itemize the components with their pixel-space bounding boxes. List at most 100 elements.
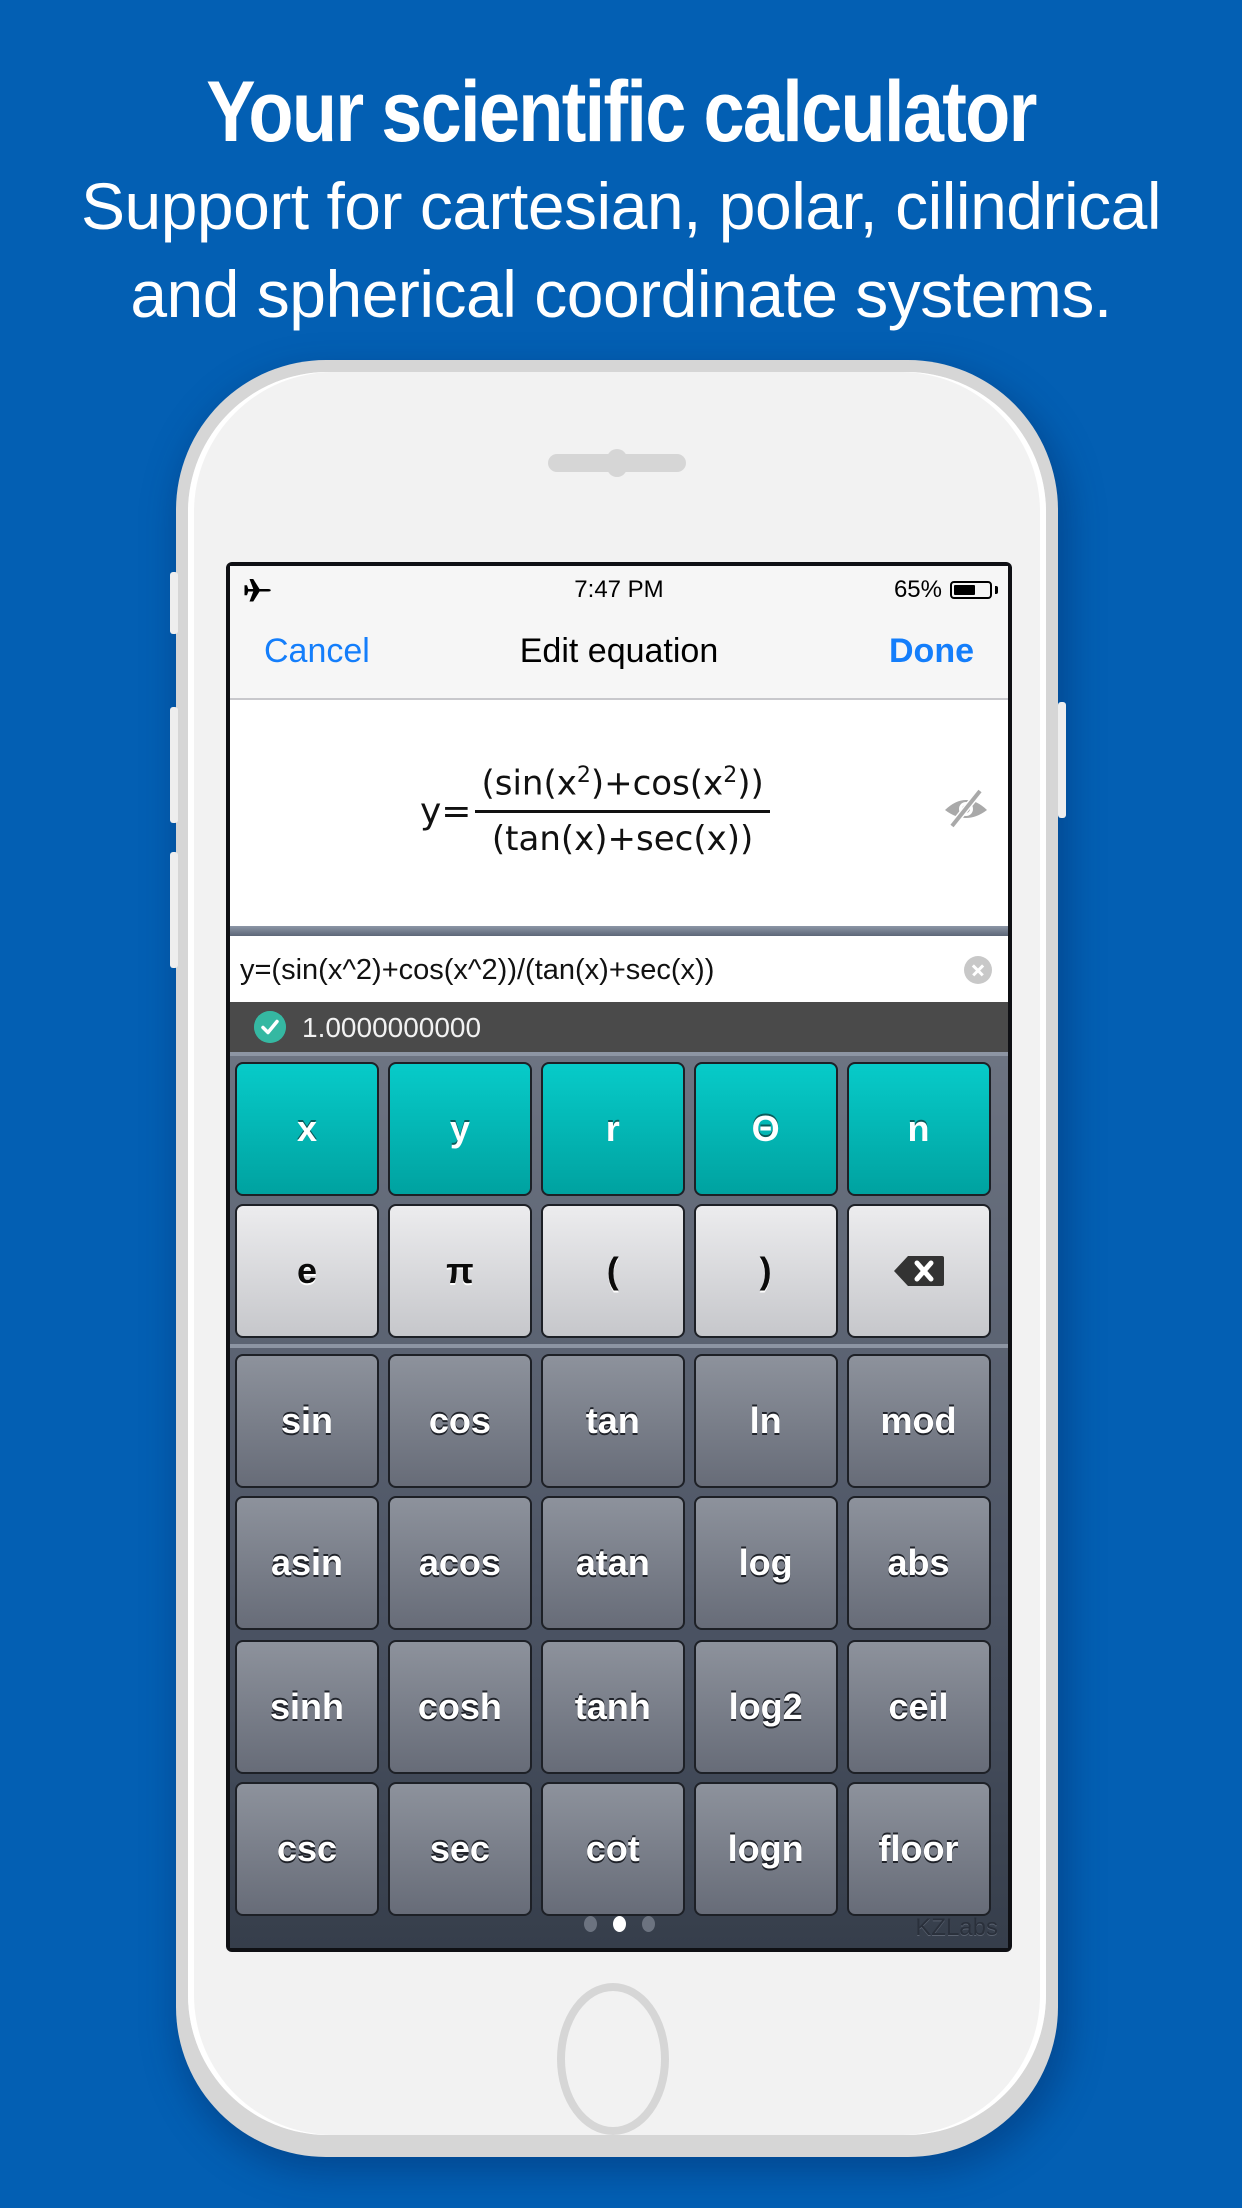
formula-fraction: (sin(x2)+cos(x2)) (tan(x)+sec(x)) [475, 763, 770, 859]
key-ceil[interactable]: ceil [846, 1640, 991, 1774]
key-y[interactable]: y [387, 1062, 532, 1196]
key-x[interactable]: x [235, 1062, 379, 1196]
battery-icon [950, 581, 992, 599]
cancel-button[interactable]: Cancel [264, 632, 370, 671]
key-cos[interactable]: cos [387, 1354, 532, 1488]
key-floor[interactable]: floor [846, 1782, 991, 1916]
key-cosh[interactable]: cosh [387, 1640, 532, 1774]
key-label: r [605, 1108, 620, 1149]
key-mod[interactable]: mod [846, 1354, 991, 1488]
result-bar: 1.0000000000 [230, 1002, 1008, 1052]
key-backspace[interactable] [846, 1204, 991, 1338]
key-label: ) [759, 1250, 772, 1291]
expression-row [230, 936, 1008, 1004]
formula-numerator: (sin(x2)+cos(x2)) [475, 763, 770, 813]
key-sec[interactable]: sec [387, 1782, 532, 1916]
backspace-icon [893, 1256, 944, 1286]
check-icon [254, 1011, 286, 1043]
numerator-part: (sin(x [481, 763, 577, 804]
equation-display: y= (sin(x2)+cos(x2)) (tan(x)+sec(x)) [230, 700, 1008, 926]
numerator-part: )+cos(x [590, 763, 724, 804]
key-Θ[interactable]: Θ [693, 1062, 838, 1196]
status-bar: 7:47 PM 65% [230, 566, 1008, 612]
key-label: csc [276, 1828, 338, 1869]
key-label: ln [749, 1400, 782, 1441]
key-label: ceil [888, 1686, 949, 1727]
page-dot[interactable] [583, 1916, 597, 1932]
brand-watermark: KZLabs [915, 1914, 998, 1941]
battery-percent: 65% [893, 576, 942, 603]
key-label: log2 [728, 1686, 803, 1727]
numerator-exponent: 2 [723, 763, 738, 789]
display-divider [230, 926, 1008, 936]
page-dot[interactable] [612, 1916, 626, 1932]
key-e[interactable]: e [235, 1204, 379, 1338]
key-label: tanh [574, 1686, 651, 1727]
key-label: mod [880, 1400, 957, 1441]
home-button[interactable] [557, 1983, 669, 2135]
key-ln[interactable]: ln [693, 1354, 838, 1488]
key-label: cot [585, 1828, 640, 1869]
rendered-formula: y= (sin(x2)+cos(x2)) (tan(x)+sec(x)) [420, 736, 770, 886]
key-label: sin [280, 1400, 333, 1441]
key-r[interactable]: r [540, 1062, 685, 1196]
earpiece-speaker [548, 449, 686, 477]
key-π[interactable]: π [387, 1204, 532, 1338]
expression-input[interactable] [238, 936, 942, 1004]
power-button [1058, 702, 1066, 818]
subheadline-line-1: Support for cartesian, polar, cilindrica… [80, 169, 1162, 243]
eye-slash-icon[interactable] [942, 788, 990, 828]
key-label: atan [575, 1542, 650, 1583]
navigation-bar: Cancel Edit equation Done [230, 612, 1008, 700]
numerator-part: )) [737, 763, 764, 804]
subheadline-line-2: and spherical coordinate systems. [130, 257, 1112, 331]
key-sinh[interactable]: sinh [235, 1640, 379, 1774]
formula-lhs: y= [420, 790, 472, 832]
mute-switch [170, 572, 178, 634]
key-label: asin [270, 1542, 344, 1583]
key-label: floor [878, 1828, 959, 1869]
key-label: e [296, 1250, 318, 1291]
key-label: cosh [417, 1686, 502, 1727]
key-)[interactable]: ) [693, 1204, 838, 1338]
key-([interactable]: ( [540, 1204, 685, 1338]
numerator-exponent: 2 [576, 763, 591, 789]
battery-tip [995, 586, 998, 594]
key-label: abs [887, 1542, 950, 1583]
formula-denominator: (tan(x)+sec(x)) [491, 818, 754, 859]
key-label: y [449, 1108, 470, 1149]
key-log2[interactable]: log2 [693, 1640, 838, 1774]
key-label: sinh [269, 1686, 344, 1727]
key-cot[interactable]: cot [540, 1782, 685, 1916]
phone-screen: 7:47 PM 65% Cancel Edit equation Done y=… [226, 562, 1012, 1952]
key-label: acos [418, 1542, 501, 1583]
key-log[interactable]: log [693, 1496, 838, 1630]
result-value: 1.0000000000 [302, 1012, 482, 1043]
key-label: ( [606, 1250, 619, 1291]
key-asin[interactable]: asin [235, 1496, 379, 1630]
volume-up-button [170, 707, 178, 823]
key-acos[interactable]: acos [387, 1496, 532, 1630]
key-label: n [907, 1108, 930, 1149]
key-n[interactable]: n [846, 1062, 991, 1196]
key-label: sec [429, 1828, 490, 1869]
key-label: π [446, 1250, 474, 1291]
headline: Your scientific calculator [206, 64, 1037, 160]
key-sin[interactable]: sin [235, 1354, 379, 1488]
key-label: tan [585, 1400, 640, 1441]
keypad-section-divider [230, 1344, 1008, 1348]
key-atan[interactable]: atan [540, 1496, 685, 1630]
status-time: 7:47 PM [574, 576, 664, 603]
key-logn[interactable]: logn [693, 1782, 838, 1916]
function-keypad: KZLabs x y r Θn e π () sin cos tan ln mod asin acos at… [230, 1052, 1008, 1948]
clear-icon[interactable] [964, 956, 992, 984]
page-dot[interactable] [641, 1916, 655, 1932]
key-label: x [296, 1108, 318, 1149]
key-abs[interactable]: abs [846, 1496, 991, 1630]
page-indicator [230, 1916, 1008, 1932]
key-tan[interactable]: tan [540, 1354, 685, 1488]
key-tanh[interactable]: tanh [540, 1640, 685, 1774]
battery-level-fill [954, 585, 975, 595]
done-button[interactable]: Done [889, 632, 974, 671]
key-csc[interactable]: csc [235, 1782, 379, 1916]
